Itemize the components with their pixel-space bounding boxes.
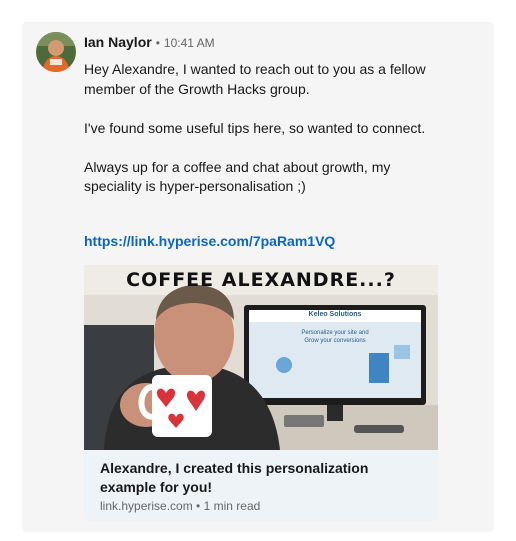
preview-meta: link.hyperise.com • 1 min read [100, 499, 260, 513]
header-separator: • [155, 36, 160, 50]
screen-tagline: Personalize your site and Grow your conv… [254, 329, 416, 345]
preview-read-time: 1 min read [203, 499, 261, 513]
message-timestamp: 10:41 AM [163, 36, 215, 50]
link-preview-card[interactable]: COFFEE ALEXANDRE...? Keleo Solutions Per… [84, 265, 438, 521]
preview-image-caption: COFFEE ALEXANDRE...? [126, 269, 396, 291]
message-paragraph: I've found some useful tips here, so wan… [84, 119, 426, 136]
message-body: Hey Alexandre, I wanted to reach out to … [84, 60, 434, 216]
meta-separator: • [196, 499, 201, 513]
preview-title[interactable]: Alexandre, I created this personalizatio… [100, 459, 420, 497]
message-paragraph: Hey Alexandre, I wanted to reach out to … [84, 61, 426, 97]
message-paragraph: Always up for a coffee and chat about gr… [84, 158, 391, 195]
screen-tagline-line: Personalize your site and [301, 330, 369, 336]
preview-domain: link.hyperise.com [100, 499, 193, 513]
sender-name[interactable]: Ian Naylor [84, 34, 152, 50]
message-item: Ian Naylor • 10:41 AM Hey Alexandre, I w… [0, 0, 516, 541]
message-header: Ian Naylor • 10:41 AM [84, 34, 215, 54]
message-link[interactable]: https://link.hyperise.com/7paRam1VQ [84, 233, 335, 249]
screen-brand-text: Keleo Solutions [308, 311, 362, 318]
screen-tagline-line: Grow your conversions [304, 338, 366, 344]
preview-image[interactable]: COFFEE ALEXANDRE...? Keleo Solutions Per… [84, 265, 438, 450]
avatar[interactable] [36, 32, 76, 72]
